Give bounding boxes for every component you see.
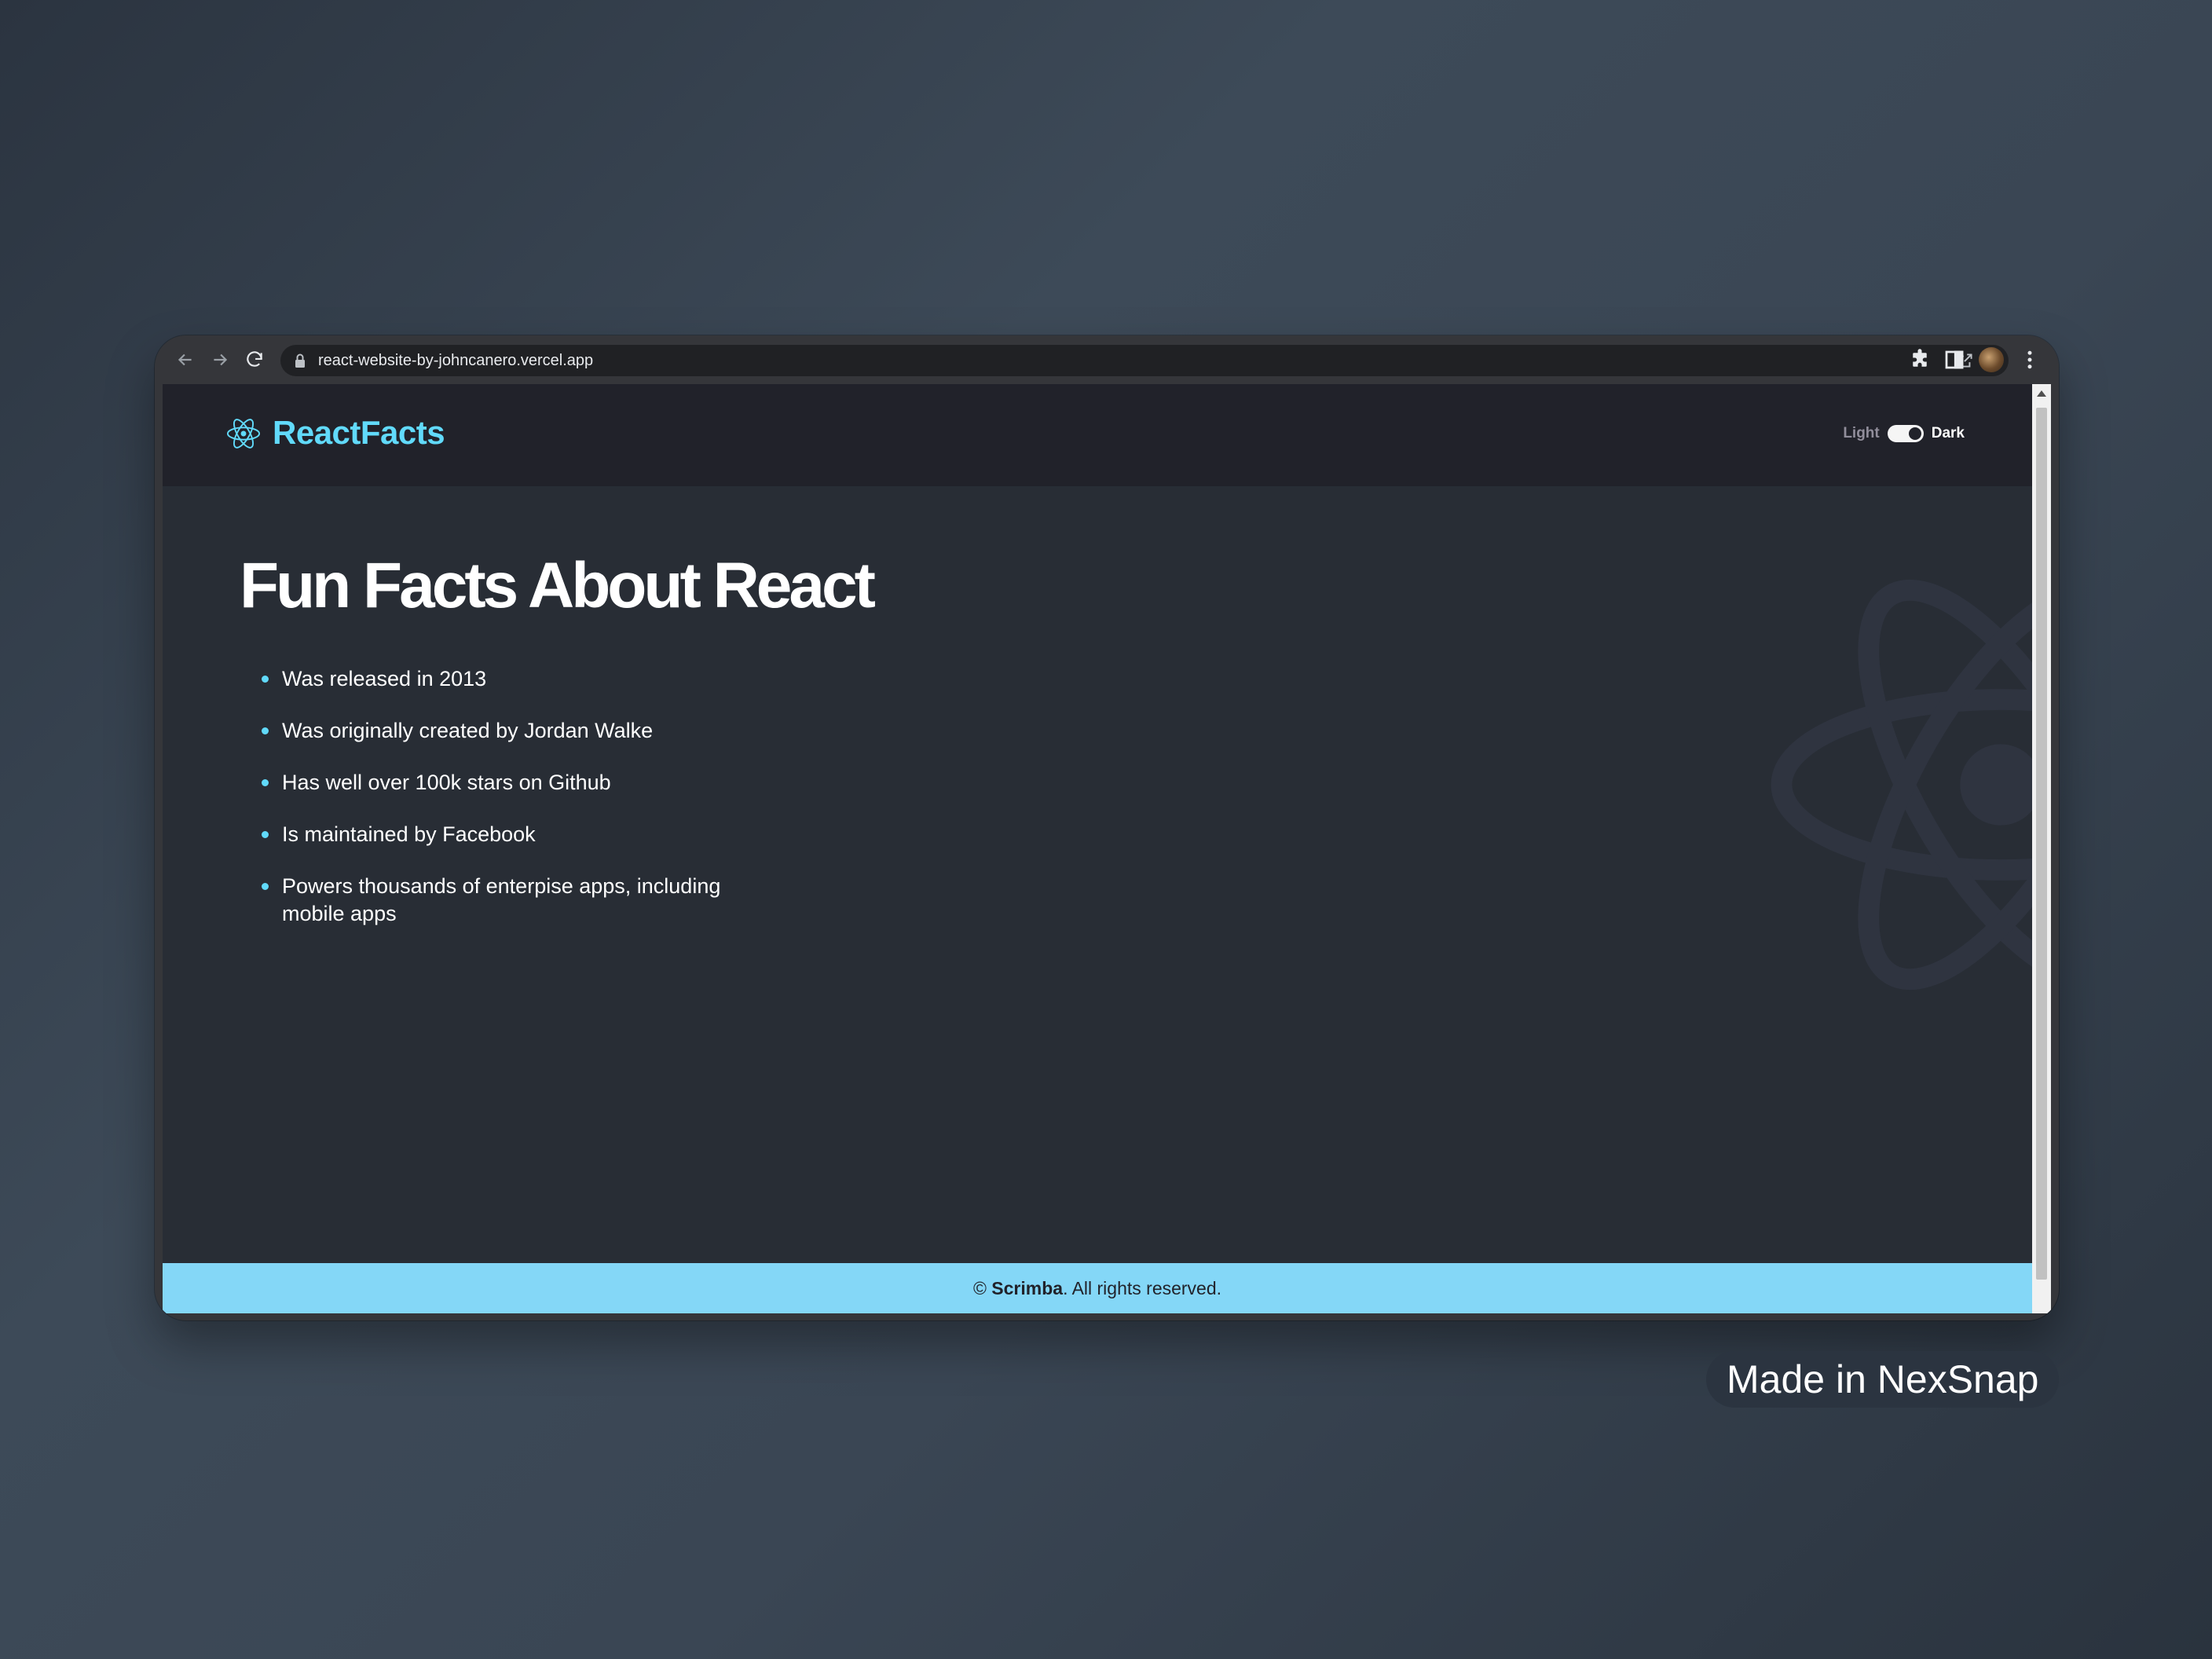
bullet-icon <box>262 883 269 890</box>
toggle-switch[interactable] <box>1887 425 1924 442</box>
page-viewport: ReactFacts Light Dark Fun Facts About Re… <box>163 384 2032 1313</box>
url-text: react-website-by-johncanero.vercel.app <box>318 352 594 369</box>
brand-name[interactable]: ReactFacts <box>273 414 445 452</box>
puzzle-icon[interactable] <box>1908 348 1932 372</box>
facts-list: Was released in 2013 Was originally crea… <box>262 665 827 952</box>
list-item: Powers thousands of enterpise apps, incl… <box>262 873 785 928</box>
react-watermark-icon <box>1771 579 2032 991</box>
lock-icon <box>295 353 305 368</box>
site-footer: © Scrimba. All rights reserved. <box>163 1263 2032 1313</box>
arrow-left-icon <box>178 353 192 366</box>
theme-toggle[interactable]: Light Dark <box>1843 425 1965 442</box>
page-title: Fun Facts About React <box>240 550 876 621</box>
address-bar[interactable]: react-website-by-johncanero.vercel.app <box>280 345 2009 376</box>
scroll-thumb[interactable] <box>2036 408 2047 1280</box>
page-scrollbar[interactable] <box>2032 384 2051 1313</box>
bullet-icon <box>262 831 269 838</box>
browser-window: react-website-by-johncanero.vercel.app R… <box>155 335 2059 1320</box>
footer-rights: . All rights reserved. <box>1063 1277 1222 1298</box>
scroll-up-arrow[interactable] <box>2037 390 2046 397</box>
list-item: Was released in 2013 <box>262 665 827 693</box>
bullet-icon <box>262 727 269 734</box>
arrow-right-icon <box>214 353 228 366</box>
bullet-icon <box>262 779 269 786</box>
list-item: Has well over 100k stars on Github <box>262 769 827 797</box>
list-item: Was originally created by Jordan Walke <box>262 717 827 745</box>
site-navbar: ReactFacts Light Dark <box>163 384 2032 486</box>
toggle-light-label: Light <box>1843 425 1880 441</box>
back-button[interactable] <box>172 346 199 373</box>
browser-toolbar: react-website-by-johncanero.vercel.app <box>155 335 2059 384</box>
toggle-dark-label: Dark <box>1931 425 1965 441</box>
toggle-knob <box>1908 427 1921 440</box>
react-logo-icon[interactable] <box>225 416 262 452</box>
reload-button[interactable] <box>241 346 268 373</box>
side-panel-icon[interactable] <box>1943 348 1966 372</box>
profile-avatar[interactable] <box>1979 347 2004 372</box>
copyright-symbol: © <box>972 1277 987 1298</box>
forward-button[interactable] <box>207 346 233 373</box>
kebab-menu-icon[interactable] <box>2018 348 2042 372</box>
bullet-icon <box>262 676 269 683</box>
nexsnap-badge: Made in NexSnap <box>1706 1351 2060 1408</box>
reload-icon <box>247 351 262 367</box>
footer-company: Scrimba <box>991 1277 1064 1298</box>
list-item: Is maintained by Facebook <box>262 821 827 848</box>
